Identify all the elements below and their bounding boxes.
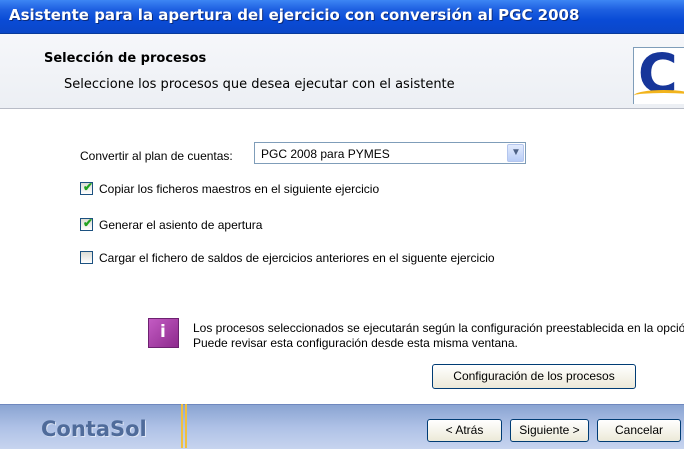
wizard-header: Selección de procesos Seleccione los pro… (0, 34, 684, 109)
checkbox-label[interactable]: Copiar los ficheros maestros en el sigui… (99, 182, 379, 196)
checkbox-box[interactable]: ✔ (80, 216, 94, 231)
next-button[interactable]: Siguiente > (510, 419, 589, 442)
step-subtitle: Seleccione los procesos que desea ejecut… (64, 77, 455, 92)
info-icon-glyph: i (160, 322, 166, 342)
step-title: Selección de procesos (44, 51, 207, 66)
checkbox-label[interactable]: Cargar el fichero de saldos de ejercicio… (99, 251, 495, 265)
checkbox-box[interactable] (80, 251, 93, 264)
plan-select-value: PGC 2008 para PYMES (261, 147, 390, 161)
contasol-brand-logo: ContaSol (41, 417, 147, 441)
info-text-line1: Los procesos seleccionados se ejecutarán… (193, 321, 684, 335)
dropdown-button[interactable]: ▼ (507, 144, 524, 162)
footer-divider (181, 404, 187, 448)
plan-label: Convertir al plan de cuentas: (80, 149, 233, 163)
checkbox-label[interactable]: Generar el asiento de apertura (99, 218, 262, 232)
contasol-logo-icon: C (633, 47, 684, 104)
checkbox-box[interactable]: ✔ (80, 180, 94, 195)
window-title: Asistente para la apertura del ejercicio… (9, 6, 580, 24)
info-icon: i (148, 318, 179, 348)
configure-processes-button[interactable]: Configuración de los procesos (432, 364, 636, 389)
chevron-down-icon: ▼ (511, 147, 521, 158)
title-bar: Asistente para la apertura del ejercicio… (0, 0, 684, 34)
checkmark-icon: ✔ (83, 216, 94, 230)
cancel-button[interactable]: Cancelar (597, 419, 681, 442)
info-text-line2: Puede revisar esta configuración desde e… (193, 336, 518, 350)
back-button[interactable]: < Atrás (427, 419, 502, 442)
plan-select[interactable]: PGC 2008 para PYMES ▼ (254, 142, 526, 164)
checkmark-icon: ✔ (83, 180, 94, 194)
